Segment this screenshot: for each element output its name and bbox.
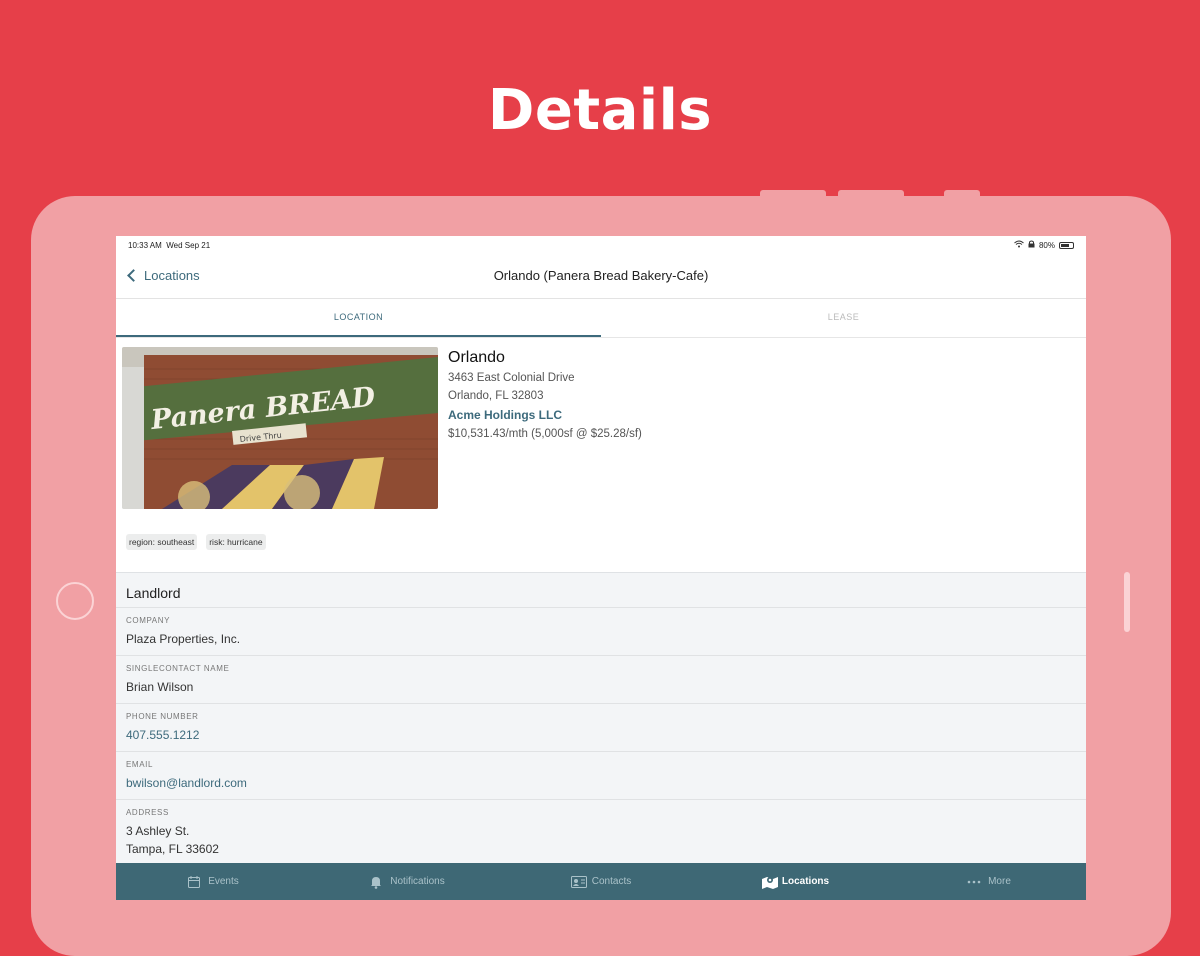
- location-summary: Panera BREAD Drive Thru Orlando 3463 Eas…: [116, 338, 1086, 509]
- city-line: Orlando, FL 32803: [448, 390, 544, 402]
- email-field: EMAIL bwilson@landlord.com: [116, 752, 1086, 800]
- section-title: Landlord: [116, 573, 1086, 608]
- status-date: Wed Sep 21: [166, 240, 211, 250]
- owner-link[interactable]: Acme Holdings LLC: [448, 408, 642, 422]
- field-label: SINGLECONTACT NAME: [126, 664, 230, 673]
- tabbar-label: Contacts: [591, 876, 632, 887]
- tab-location[interactable]: LOCATION: [116, 299, 601, 337]
- status-bar: 10:33 AM Wed Sep 21 80%: [116, 236, 1086, 254]
- status-left: 10:33 AM Wed Sep 21: [128, 241, 210, 250]
- address-line-2: Tampa, FL 33602: [126, 842, 219, 856]
- bell-icon: [369, 875, 383, 889]
- email-link[interactable]: bwilson@landlord.com: [126, 774, 1076, 792]
- contact-card-icon: [570, 875, 587, 889]
- phone-link[interactable]: 407.555.1212: [126, 726, 1076, 744]
- tabbar-locations[interactable]: Locations: [698, 863, 892, 900]
- location-name: Orlando: [448, 349, 505, 366]
- field-value: Brian Wilson: [126, 680, 194, 694]
- ellipsis-icon: [967, 875, 981, 889]
- home-button: [56, 582, 94, 620]
- tab-lease[interactable]: LEASE: [601, 299, 1086, 337]
- landlord-section: Landlord COMPANY Plaza Properties, Inc. …: [116, 572, 1086, 866]
- field-value: Plaza Properties, Inc.: [126, 632, 241, 646]
- tabbar-notifications[interactable]: Notifications: [310, 863, 504, 900]
- tag-chip[interactable]: region: southeast: [126, 534, 198, 550]
- rent-line: $10,531.43/mth (5,000sf @ $25.28/sf): [448, 428, 642, 440]
- side-button: [1124, 572, 1130, 632]
- address-field: ADDRESS 3 Ashley St. Tampa, FL 33602: [116, 800, 1086, 866]
- street-address: 3463 East Colonial Drive: [448, 372, 575, 384]
- segment-tabs: LOCATION LEASE: [116, 299, 1086, 338]
- field-label: PHONE NUMBER: [126, 712, 199, 721]
- tabbar-label: More: [988, 876, 1011, 887]
- phone-field: PHONE NUMBER 407.555.1212: [116, 704, 1086, 752]
- tabbar-events[interactable]: Events: [116, 863, 310, 900]
- address-line-1: 3 Ashley St.: [126, 824, 190, 838]
- bottom-tab-bar: Events Notifications Contacts Locations …: [116, 863, 1086, 900]
- tabbar-contacts[interactable]: Contacts: [504, 863, 698, 900]
- tag-chip[interactable]: risk: hurricane: [206, 534, 266, 550]
- tabbar-label: Events: [208, 876, 239, 887]
- page-title: Orlando (Panera Bread Bakery-Cafe): [493, 268, 709, 283]
- battery-icon: [1059, 241, 1074, 249]
- tabbar-label: Locations: [781, 876, 830, 887]
- company-field: COMPANY Plaza Properties, Inc.: [116, 608, 1086, 656]
- field-label: EMAIL: [126, 760, 154, 769]
- tag-list: region: southeast risk: hurricane: [116, 509, 1086, 572]
- nav-bar: Locations Orlando (Panera Bread Bakery-C…: [116, 254, 1086, 299]
- battery-percent: 80%: [1038, 240, 1055, 250]
- status-right: 80%: [1014, 240, 1074, 250]
- field-label: ADDRESS: [126, 808, 169, 817]
- field-label: COMPANY: [126, 616, 171, 625]
- calendar-icon: [187, 875, 201, 889]
- tabbar-label: Notifications: [390, 876, 445, 887]
- status-time: 10:33 AM: [128, 240, 162, 250]
- location-photo: Panera BREAD Drive Thru: [122, 347, 438, 509]
- tabbar-more[interactable]: More: [892, 863, 1086, 900]
- page-headline: Details: [487, 78, 713, 143]
- app-screen: 10:33 AM Wed Sep 21 80% Locations Orland…: [116, 236, 1086, 900]
- wifi-icon: [1014, 240, 1024, 250]
- lock-icon: [1028, 240, 1035, 250]
- location-info: Orlando 3463 East Colonial Drive Orlando…: [448, 347, 642, 509]
- contact-name-field: SINGLECONTACT NAME Brian Wilson: [116, 656, 1086, 704]
- map-icon: [761, 875, 778, 889]
